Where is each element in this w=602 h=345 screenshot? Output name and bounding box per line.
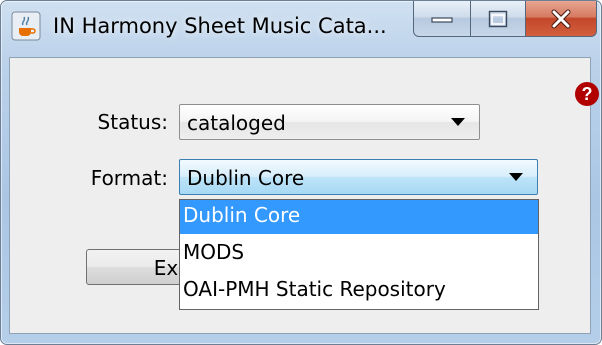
export-button-label: Ex	[153, 256, 179, 280]
window-title: IN Harmony Sheet Music Cata...	[53, 14, 387, 38]
format-combobox[interactable]: Dublin Core	[179, 159, 538, 195]
minimize-button[interactable]	[413, 1, 471, 37]
status-value: cataloged	[187, 111, 286, 135]
close-button[interactable]	[525, 1, 597, 37]
maximize-button[interactable]	[470, 1, 526, 37]
chevron-down-icon	[451, 118, 465, 126]
format-dropdown-list: Dublin Core MODS OAI-PMH Static Reposito…	[179, 199, 539, 310]
format-option-dublin-core[interactable]: Dublin Core	[180, 200, 538, 234]
format-value: Dublin Core	[187, 166, 305, 190]
format-option-oai-pmh[interactable]: OAI-PMH Static Repository	[180, 274, 538, 308]
title-bar[interactable]: IN Harmony Sheet Music Cata...	[1, 1, 601, 59]
status-label: Status:	[97, 110, 168, 134]
close-icon	[551, 9, 571, 28]
format-label: Format:	[90, 166, 168, 190]
maximize-icon	[488, 10, 508, 27]
chevron-down-icon	[509, 173, 523, 181]
status-combobox[interactable]: cataloged	[179, 104, 480, 140]
minimize-icon	[431, 16, 453, 23]
java-cup-icon[interactable]	[11, 11, 41, 41]
help-icon[interactable]: ?	[574, 81, 600, 107]
svg-text:?: ?	[582, 84, 593, 104]
format-option-mods[interactable]: MODS	[180, 237, 538, 271]
